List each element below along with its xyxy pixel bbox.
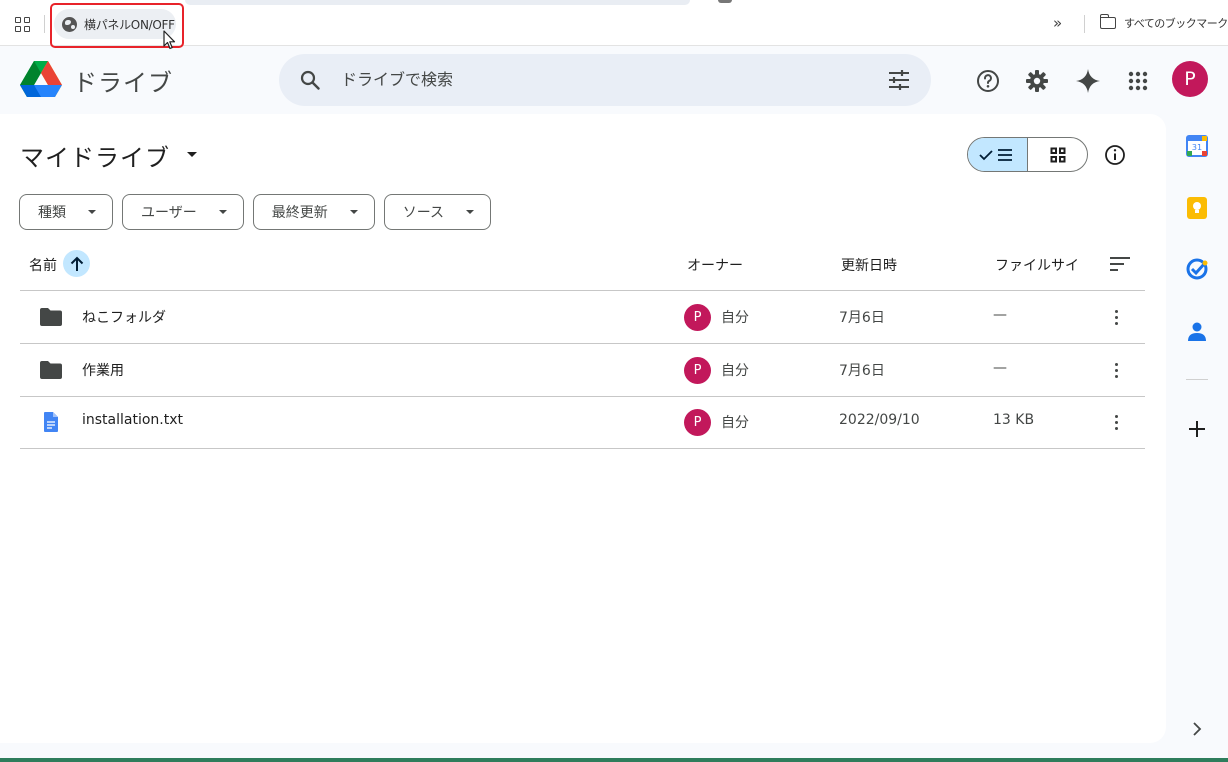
sort-direction-button[interactable] (63, 250, 90, 277)
info-icon[interactable] (1104, 144, 1126, 166)
gear-icon (1026, 70, 1048, 92)
tasks-icon[interactable] (1185, 257, 1209, 281)
filter-user[interactable]: ユーザー (122, 194, 244, 230)
help-button[interactable] (968, 61, 1008, 101)
bookmarks-overflow-button[interactable]: » (1053, 14, 1062, 32)
table-header: 名前 オーナー 更新日時 ファイルサイ (20, 244, 1145, 291)
bookmarks-divider (44, 15, 45, 33)
folder-icon (40, 361, 62, 379)
grid-icon (1050, 147, 1065, 162)
filter-bar: 種類 ユーザー 最終更新 ソース (19, 194, 500, 230)
caret-down-icon[interactable] (187, 152, 197, 157)
file-size: — (993, 360, 1007, 376)
modified-date: 2022/09/10 (839, 412, 920, 428)
column-modified[interactable]: 更新日時 (841, 255, 897, 275)
gemini-button[interactable] (1068, 61, 1108, 101)
modified-date: 7月6日 (839, 363, 885, 379)
apps-button[interactable] (1118, 61, 1158, 101)
add-icon[interactable] (1185, 417, 1209, 441)
column-size[interactable]: ファイルサイ (995, 255, 1087, 275)
caret-down-icon (88, 210, 96, 214)
calendar-day: 31 (1192, 143, 1202, 152)
arrow-up-icon (70, 256, 83, 271)
bookmarks-divider-right (1084, 15, 1085, 33)
side-panel-divider (1186, 379, 1208, 380)
more-actions-button[interactable] (1109, 358, 1123, 382)
view-toggle (967, 137, 1088, 172)
sort-options-icon[interactable] (1109, 256, 1131, 272)
help-icon (977, 70, 999, 92)
keep-icon[interactable] (1185, 196, 1209, 220)
contacts-icon[interactable] (1185, 319, 1209, 343)
table-row[interactable]: installation.txt P 自分 2022/09/10 13 KB (20, 396, 1145, 449)
owner-name: 自分 (721, 310, 749, 326)
document-icon (44, 412, 58, 432)
app-header: ドライブ ドライブで検索 P (0, 46, 1228, 114)
page-title[interactable]: マイドライブ (20, 138, 170, 173)
all-bookmarks-button[interactable]: すべてのブックマーク (1099, 14, 1228, 31)
owner-avatar: P (684, 357, 711, 384)
more-actions-button[interactable] (1109, 305, 1123, 329)
search-icon[interactable] (300, 70, 320, 90)
file-name: 作業用 (82, 363, 124, 379)
browser-apps-icon[interactable] (15, 17, 30, 32)
file-name: ねこフォルダ (82, 310, 166, 326)
table-row[interactable]: ねこフォルダ P 自分 7月6日 — (20, 291, 1145, 344)
settings-button[interactable] (1017, 61, 1057, 101)
owner-name: 自分 (721, 363, 749, 379)
drive-logo-icon[interactable] (20, 61, 62, 98)
tune-icon[interactable] (888, 70, 910, 90)
main-content: マイドライブ 種類 ユーザー 最終更新 ソース 名前 オーナー 更新日時 ファイ… (0, 114, 1166, 743)
owner-avatar: P (684, 304, 711, 331)
filter-modified[interactable]: 最終更新 (252, 194, 375, 230)
search-input[interactable] (341, 66, 861, 92)
filter-label: ソース (402, 205, 445, 221)
check-list-icon (978, 148, 1012, 161)
apps-grid-icon (1128, 71, 1148, 91)
table-row[interactable]: 作業用 P 自分 7月6日 — (20, 344, 1145, 397)
bookmark-panel-toggle[interactable]: 横パネルON/OFF (54, 9, 176, 39)
filter-label: ユーザー (141, 205, 197, 221)
caret-down-icon (218, 210, 227, 214)
owner-avatar: P (684, 409, 711, 436)
column-name[interactable]: 名前 (29, 255, 57, 275)
filter-source[interactable]: ソース (383, 194, 492, 230)
account-avatar[interactable]: P (1172, 61, 1208, 97)
filter-label: 種類 (38, 205, 66, 221)
side-panel: 31 (1166, 114, 1228, 762)
file-name: installation.txt (82, 412, 184, 428)
more-actions-button[interactable] (1109, 410, 1123, 434)
all-bookmarks-label: すべてのブックマーク (1124, 17, 1228, 30)
column-owner[interactable]: オーナー (687, 255, 743, 275)
folder-icon (40, 308, 62, 326)
gemini-sparkle-icon (1076, 69, 1100, 93)
window-bottom-edge (0, 758, 1228, 762)
tab-strip-edge-marker (718, 0, 732, 3)
bookmark-label: 横パネルON/OFF (84, 17, 175, 32)
modified-date: 7月6日 (839, 310, 885, 326)
list-view-button[interactable] (968, 138, 1028, 171)
filter-type[interactable]: 種類 (19, 194, 113, 230)
globe-icon (62, 16, 77, 32)
owner-name: 自分 (721, 415, 749, 431)
file-size: 13 KB (993, 412, 1035, 428)
bookmarks-bar: 横パネルON/OFF » すべてのブックマーク (0, 0, 1228, 50)
folder-outline-icon (1099, 14, 1116, 29)
grid-view-button[interactable] (1028, 138, 1087, 171)
caret-down-icon (349, 210, 358, 214)
tab-strip-edge (185, 0, 690, 5)
caret-down-icon (466, 210, 475, 214)
file-size: — (993, 307, 1007, 323)
calendar-icon[interactable]: 31 (1185, 134, 1209, 158)
chevron-right-icon[interactable] (1190, 722, 1204, 736)
filter-label: 最終更新 (271, 205, 328, 221)
app-title: ドライブ (73, 69, 173, 97)
